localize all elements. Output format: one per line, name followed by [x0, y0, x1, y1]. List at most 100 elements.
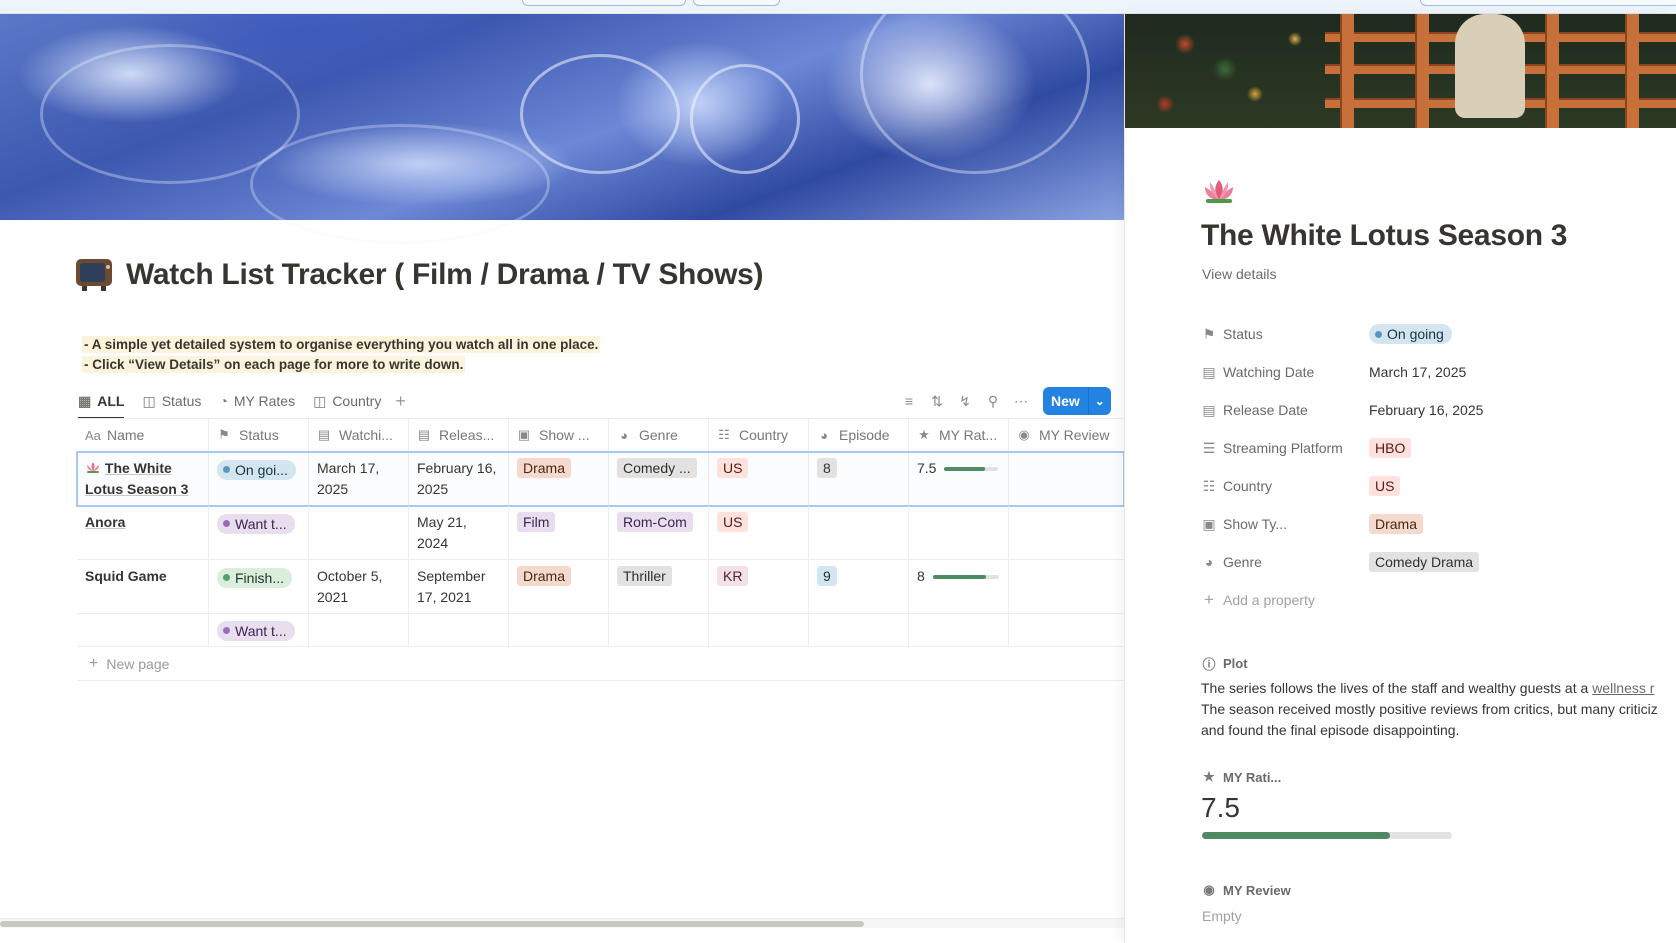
row-country-cell[interactable]: KR: [709, 560, 809, 613]
view-details-link[interactable]: View details: [1202, 266, 1276, 282]
column-my-review[interactable]: ◉ MY Review: [1009, 419, 1124, 451]
tab-status[interactable]: ◫ Status: [142, 384, 201, 418]
row-country-cell[interactable]: US: [709, 452, 809, 505]
row-genre-cell[interactable]: Thriller: [609, 560, 709, 613]
row-watching-cell[interactable]: [309, 614, 409, 646]
row-show-cell[interactable]: Film: [509, 506, 609, 559]
page-title[interactable]: Watch List Tracker ( Film / Drama / TV S…: [126, 258, 764, 292]
row-name-text[interactable]: Anora: [85, 514, 125, 530]
scrollbar-thumb[interactable]: [0, 921, 864, 927]
tab-my-rates[interactable]: ◔ MY Rates: [219, 384, 295, 418]
row-release-cell[interactable]: [409, 614, 509, 646]
row-review-cell[interactable]: [1009, 560, 1124, 613]
filter-icon[interactable]: ≡: [895, 393, 923, 409]
sort-icon[interactable]: ⇅: [923, 393, 951, 410]
column-status[interactable]: ⚑ Status: [209, 419, 309, 451]
row-rating-cell[interactable]: 7.5: [909, 452, 1009, 505]
row-rating-cell[interactable]: [909, 614, 1009, 646]
column-show-type[interactable]: ▣ Show ...: [509, 419, 609, 451]
row-status-cell[interactable]: Want t...: [209, 614, 309, 646]
column-release-date[interactable]: ▤ Releas...: [409, 419, 509, 451]
peek-page-title[interactable]: The White Lotus Season 3: [1201, 219, 1567, 253]
peek-cover[interactable]: [1125, 14, 1676, 128]
country-tag[interactable]: US: [1369, 476, 1401, 496]
row-country-cell[interactable]: [709, 614, 809, 646]
column-watching-date[interactable]: ▤ Watchi...: [309, 419, 409, 451]
top-pill-1[interactable]: [522, 0, 686, 6]
property-release-date[interactable]: ▤ Release Date February 16, 2025: [1201, 391, 1676, 429]
top-pill-3[interactable]: [1420, 0, 1676, 6]
new-button-label[interactable]: New: [1043, 387, 1089, 415]
row-release-cell[interactable]: May 21, 2024: [409, 506, 509, 559]
lotus-icon[interactable]: [1201, 178, 1237, 204]
row-country-cell[interactable]: US: [709, 506, 809, 559]
plot-text[interactable]: The series follows the lives of the staf…: [1201, 678, 1676, 741]
row-show-cell[interactable]: Drama: [509, 452, 609, 505]
row-release-cell[interactable]: February 16, 2025: [409, 452, 509, 505]
property-watching-date[interactable]: ▤ Watching Date March 17, 2025: [1201, 353, 1676, 391]
row-genre-cell[interactable]: Rom-Com: [609, 506, 709, 559]
row-show-cell[interactable]: Drama: [509, 560, 609, 613]
description-line-1[interactable]: - A simple yet detailed system to organi…: [82, 336, 601, 353]
row-name-cell[interactable]: The White Lotus Season 3: [77, 452, 209, 505]
row-status-cell[interactable]: On goi...: [209, 452, 309, 505]
table-row[interactable]: Want t...: [77, 614, 1124, 647]
column-genre[interactable]: ◕ Genre: [609, 419, 709, 451]
row-genre-cell[interactable]: [609, 614, 709, 646]
horizontal-scrollbar[interactable]: [0, 918, 1124, 928]
row-episode-cell[interactable]: 9: [809, 560, 909, 613]
row-name-cell[interactable]: [77, 614, 209, 646]
show-type-tag[interactable]: Drama: [1369, 514, 1424, 534]
description-line-2[interactable]: - Click “View Details” on each page for …: [82, 356, 466, 373]
status-badge[interactable]: On going: [1369, 324, 1452, 344]
row-review-cell[interactable]: [1009, 614, 1124, 646]
platform-tag[interactable]: HBO: [1369, 438, 1412, 458]
row-watching-cell[interactable]: March 17, 2025: [309, 452, 409, 505]
row-show-cell[interactable]: [509, 614, 609, 646]
top-pill-2[interactable]: [693, 0, 780, 6]
genre-tag[interactable]: Comedy Drama: [1369, 552, 1480, 572]
row-rating-cell[interactable]: 8: [909, 560, 1009, 613]
row-watching-cell[interactable]: October 5, 2021: [309, 560, 409, 613]
property-country[interactable]: ☷ Country US: [1201, 467, 1676, 505]
review-empty-value[interactable]: Empty: [1202, 908, 1242, 924]
column-name[interactable]: Aa Name: [77, 419, 209, 451]
add-view-icon[interactable]: +: [395, 391, 406, 412]
row-episode-cell[interactable]: 8: [809, 452, 909, 505]
property-streaming-platform[interactable]: ☰ Streaming Platform HBO: [1201, 429, 1676, 467]
search-icon[interactable]: ⚲: [979, 393, 1007, 410]
row-name-text[interactable]: Squid Game: [85, 568, 167, 584]
property-status[interactable]: ⚑ Status On going: [1201, 315, 1676, 353]
table-row[interactable]: The White Lotus Season 3 On goi... March…: [76, 451, 1124, 507]
television-icon[interactable]: [76, 259, 112, 291]
new-page-button[interactable]: + New page: [77, 647, 1124, 681]
more-icon[interactable]: ⋯: [1007, 393, 1035, 410]
row-genre-cell[interactable]: Comedy ...: [609, 452, 709, 505]
property-value[interactable]: February 16, 2025: [1369, 402, 1483, 418]
automation-icon[interactable]: ↯: [951, 393, 979, 410]
property-value[interactable]: March 17, 2025: [1369, 364, 1466, 380]
chevron-down-icon[interactable]: ⌄: [1089, 387, 1111, 415]
rating-big-value[interactable]: 7.5: [1201, 792, 1240, 824]
row-rating-cell[interactable]: [909, 506, 1009, 559]
column-my-rating[interactable]: ★ MY Rat...: [909, 419, 1009, 451]
row-name-cell[interactable]: Anora: [77, 506, 209, 559]
property-show-type[interactable]: ▣ Show Ty... Drama: [1201, 505, 1676, 543]
row-episode-cell[interactable]: [809, 614, 909, 646]
row-review-cell[interactable]: [1009, 452, 1124, 505]
row-review-cell[interactable]: [1009, 506, 1124, 559]
column-episode[interactable]: ◕ Episode: [809, 419, 909, 451]
table-row[interactable]: Squid Game Finish... October 5, 2021 Sep…: [77, 560, 1124, 614]
tab-all[interactable]: ▦ ALL: [78, 384, 125, 419]
wellness-link[interactable]: wellness r: [1592, 680, 1654, 696]
row-watching-cell[interactable]: [309, 506, 409, 559]
row-status-cell[interactable]: Want t...: [209, 506, 309, 559]
new-button[interactable]: New ⌄: [1043, 387, 1111, 415]
column-country[interactable]: ☷ Country: [709, 419, 809, 451]
table-row[interactable]: Anora Want t... May 21, 2024 Film Rom-Co…: [77, 506, 1124, 560]
add-property-button[interactable]: + Add a property: [1201, 581, 1676, 619]
row-episode-cell[interactable]: [809, 506, 909, 559]
property-genre[interactable]: ◕ Genre Comedy Drama: [1201, 543, 1676, 581]
page-cover[interactable]: [0, 14, 1124, 244]
row-status-cell[interactable]: Finish...: [209, 560, 309, 613]
